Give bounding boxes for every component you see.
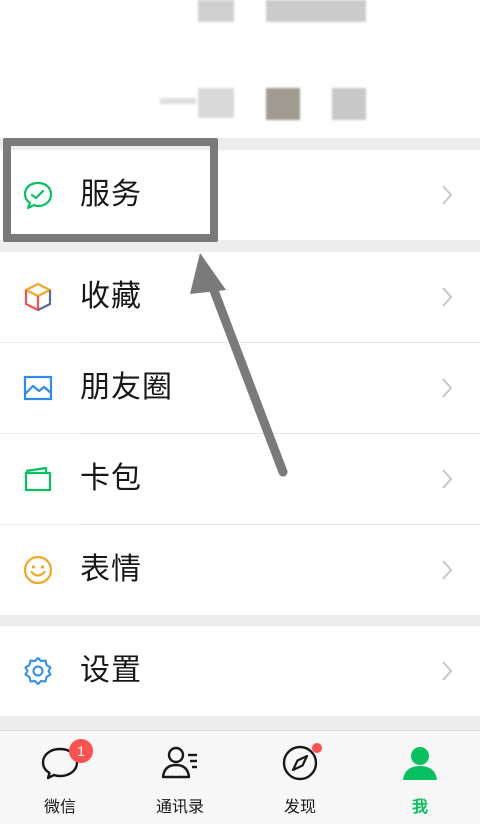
card-wallet-icon — [24, 466, 52, 492]
tab-chats[interactable]: 1 微信 — [0, 731, 120, 824]
chevron-right-icon — [442, 378, 453, 398]
chevron-right-icon — [442, 469, 453, 489]
redacted-block — [198, 88, 234, 118]
me-person-icon — [403, 747, 437, 780]
smiley-face-icon — [23, 555, 53, 585]
favorites-cube-icon — [24, 282, 52, 312]
redacted-block — [266, 88, 300, 120]
tab-me[interactable]: 我 — [360, 731, 480, 824]
redacted-block — [332, 88, 366, 120]
profile-header[interactable] — [0, 0, 480, 138]
chevron-right-icon — [442, 560, 453, 580]
menu-label-stickers: 表情 — [80, 552, 142, 587]
annotation-highlight-box — [3, 138, 218, 242]
tab-label-chats: 微信 — [43, 797, 76, 816]
tab-label-discover: 发现 — [283, 797, 316, 816]
unread-badge: 1 — [69, 739, 93, 763]
bottom-tab-bar: 1 微信 通讯录 发现 我 — [0, 730, 480, 824]
redacted-block — [160, 98, 196, 104]
notification-dot — [312, 743, 322, 753]
chevron-right-icon — [442, 661, 453, 681]
tab-label-me: 我 — [411, 797, 428, 816]
chevron-right-icon — [442, 287, 453, 307]
contacts-person-icon — [161, 746, 197, 779]
tab-label-contacts: 通讯录 — [155, 797, 204, 816]
menu-label-cards: 卡包 — [80, 461, 142, 496]
chevron-right-icon — [442, 185, 453, 205]
menu-label-settings: 设置 — [80, 653, 142, 688]
redacted-block — [266, 0, 366, 22]
annotation-arrow-icon — [190, 253, 288, 477]
menu-label-moments: 朋友圈 — [80, 370, 173, 405]
tab-contacts[interactable]: 通讯录 — [120, 731, 240, 824]
menu-item-settings[interactable]: 设置 — [0, 626, 480, 716]
menu-label-favorites: 收藏 — [80, 279, 142, 314]
gear-icon — [24, 657, 52, 685]
tab-discover[interactable]: 发现 — [240, 731, 360, 824]
menu-item-stickers[interactable]: 表情 — [0, 525, 480, 615]
redacted-block — [198, 0, 234, 22]
moments-image-icon — [23, 375, 53, 401]
